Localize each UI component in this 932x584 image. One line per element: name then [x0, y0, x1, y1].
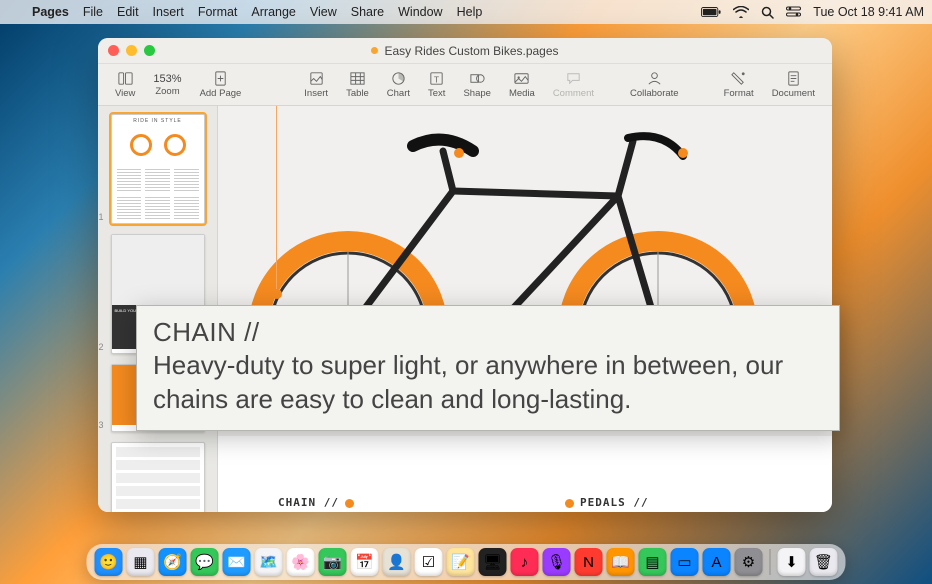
dock-app-numbers[interactable]: ▤	[639, 548, 667, 576]
content-columns: CHAIN // Heavy-duty to super light, or a…	[278, 496, 802, 512]
minimize-button[interactable]	[126, 45, 137, 56]
dock-app-maps[interactable]: 🗺️	[255, 548, 283, 576]
dock-app-photos[interactable]: 🌸	[287, 548, 315, 576]
dock-app-launchpad[interactable]: ▦	[127, 548, 155, 576]
dock-downloads[interactable]: ⬇︎	[778, 548, 806, 576]
column-pedals: PEDALS // Clip-in. Flat. Race worthy. Me…	[565, 496, 802, 512]
dock-app-finder[interactable]: 🙂	[95, 548, 123, 576]
menu-window[interactable]: Window	[398, 5, 442, 19]
page-number: 1	[99, 212, 104, 222]
callout-line	[276, 106, 277, 289]
spotlight-icon[interactable]	[761, 6, 774, 19]
dock-app-music[interactable]: ♪	[511, 548, 539, 576]
menu-format[interactable]: Format	[198, 5, 238, 19]
column-chain: CHAIN // Heavy-duty to super light, or a…	[278, 496, 515, 512]
dock: 🙂▦🧭💬✉️🗺️🌸📷📅👤☑︎📝🖥♪🎙N📖▤▭A⚙︎ ⬇︎🗑	[87, 544, 846, 580]
bullet-icon	[565, 499, 574, 508]
dock-app-news[interactable]: N	[575, 548, 603, 576]
hover-text-accessibility-zoom: CHAIN // Heavy-duty to super light, or a…	[136, 305, 840, 431]
insert-button[interactable]: Insert	[297, 70, 335, 99]
chart-button[interactable]: Chart	[380, 70, 417, 99]
dock-app-appstore[interactable]: A	[703, 548, 731, 576]
dock-app-facetime[interactable]: 📷	[319, 548, 347, 576]
add-page-button[interactable]: Add Page	[193, 70, 249, 99]
close-button[interactable]	[108, 45, 119, 56]
menu-share[interactable]: Share	[351, 5, 384, 19]
text-button[interactable]: T Text	[421, 70, 452, 99]
shape-button[interactable]: Shape	[456, 70, 497, 99]
dock-separator	[770, 549, 771, 575]
section-heading: CHAIN //	[278, 496, 339, 509]
thumbnail-title: RIDE IN STYLE	[112, 115, 204, 124]
menubar-clock[interactable]: Tue Oct 18 9:41 AM	[813, 5, 924, 19]
menu-file[interactable]: File	[83, 5, 103, 19]
dock-app-tv[interactable]: 🖥	[479, 548, 507, 576]
menu-arrange[interactable]: Arrange	[251, 5, 295, 19]
document-button[interactable]: Document	[765, 70, 822, 99]
page-thumbnail-1[interactable]: RIDE IN STYLE 1	[111, 114, 205, 224]
bullet-icon	[345, 499, 354, 508]
format-button[interactable]: Format	[717, 70, 761, 99]
dock-app-settings[interactable]: ⚙︎	[735, 548, 763, 576]
toolbar: View 153% Zoom Add Page Insert Table Cha…	[98, 64, 832, 106]
callout-dot-icon	[272, 289, 282, 299]
window-title: Easy Rides Custom Bikes.pages	[384, 44, 558, 58]
battery-icon[interactable]	[701, 7, 721, 18]
hover-text-body: Heavy-duty to super light, or anywhere i…	[153, 349, 823, 416]
dock-app-keynote[interactable]: ▭	[671, 548, 699, 576]
dock-app-safari[interactable]: 🧭	[159, 548, 187, 576]
dock-app-notes[interactable]: 📝	[447, 548, 475, 576]
dock-app-reminders[interactable]: ☑︎	[415, 548, 443, 576]
menubar: Pages File Edit Insert Format Arrange Vi…	[0, 0, 932, 24]
titlebar: Easy Rides Custom Bikes.pages	[98, 38, 832, 64]
section-heading: PEDALS //	[580, 496, 649, 509]
edited-dot-icon	[371, 47, 378, 54]
menu-view[interactable]: View	[310, 5, 337, 19]
wifi-icon[interactable]	[733, 6, 749, 18]
control-center-icon[interactable]	[786, 6, 801, 18]
pages-window: Easy Rides Custom Bikes.pages View 153% …	[98, 38, 832, 512]
dock-app-mail[interactable]: ✉️	[223, 548, 251, 576]
view-button[interactable]: View	[108, 70, 142, 99]
callout-dot-icon	[678, 148, 688, 158]
callout-dot-icon	[454, 148, 464, 158]
table-button[interactable]: Table	[339, 70, 376, 99]
zoom-control[interactable]: 153% Zoom	[146, 73, 188, 97]
fullscreen-button[interactable]	[144, 45, 155, 56]
dock-app-messages[interactable]: 💬	[191, 548, 219, 576]
menu-edit[interactable]: Edit	[117, 5, 139, 19]
menu-help[interactable]: Help	[457, 5, 483, 19]
collaborate-button[interactable]: Collaborate	[623, 70, 686, 99]
page-number: 3	[99, 420, 104, 430]
dock-app-podcasts[interactable]: 🎙	[543, 548, 571, 576]
menu-insert[interactable]: Insert	[153, 5, 184, 19]
comment-button: Comment	[546, 70, 601, 99]
app-menu[interactable]: Pages	[32, 5, 69, 19]
page-number: 2	[99, 342, 104, 352]
dock-app-contacts[interactable]: 👤	[383, 548, 411, 576]
media-button[interactable]: Media	[502, 70, 542, 99]
svg-text:T: T	[434, 74, 439, 84]
hover-text-heading: CHAIN //	[153, 316, 823, 349]
page-thumbnail-4[interactable]: 4	[111, 442, 205, 512]
dock-app-books[interactable]: 📖	[607, 548, 635, 576]
dock-app-calendar[interactable]: 📅	[351, 548, 379, 576]
dock-trash[interactable]: 🗑	[810, 548, 838, 576]
